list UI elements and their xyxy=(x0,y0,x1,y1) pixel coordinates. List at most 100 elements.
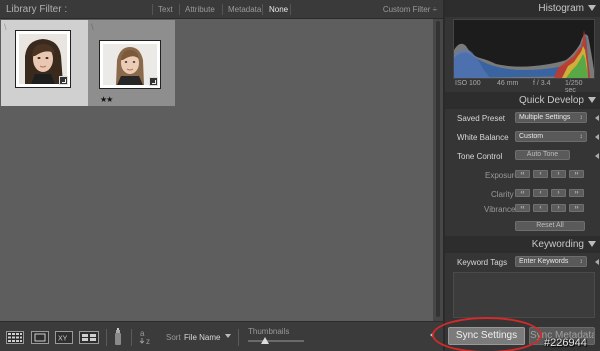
thumbnail-size-slider[interactable] xyxy=(248,340,304,342)
histogram-title: Histogram xyxy=(538,3,584,14)
develop-badge-icon xyxy=(59,76,68,85)
exposure-row: Exposure ‹‹ ‹ › ›› xyxy=(453,169,595,181)
disclosure-triangle-icon[interactable] xyxy=(595,259,599,265)
filter-tab-metadata[interactable]: Metadata xyxy=(228,5,261,14)
library-filter-title: Library Filter : xyxy=(6,4,68,15)
stepper-arrows-icon: ↕ xyxy=(579,115,583,121)
sort-dropdown[interactable]: File Name xyxy=(184,333,220,342)
library-grid: \ \ ★★ xyxy=(0,19,433,321)
cell-index-mark: \ xyxy=(91,22,94,32)
histogram-graph xyxy=(453,19,595,79)
grid-scrollbar[interactable] xyxy=(433,19,443,321)
stepper-arrows-icon: ↕ xyxy=(579,134,583,140)
filter-tab-text[interactable]: Text xyxy=(158,5,173,14)
thumbnails-label: Thumbnails xyxy=(248,327,290,336)
keyword-tags-select[interactable]: Enter Keywords ↕ xyxy=(515,256,587,267)
image-watermark: #226944 xyxy=(544,337,587,349)
iso-value: ISO 100 xyxy=(455,80,481,87)
sort-label: Sort xyxy=(166,333,181,342)
svg-text:XY: XY xyxy=(58,336,68,343)
grid-cell[interactable]: \ ★★ xyxy=(88,20,175,106)
annotation-highlight-oval xyxy=(432,317,542,351)
histogram-header[interactable]: Histogram xyxy=(445,0,600,17)
reset-all-row: Reset All xyxy=(453,221,595,233)
photo-thumbnail[interactable] xyxy=(15,30,71,88)
stepper-arrows-icon: ↕ xyxy=(579,259,583,265)
exposure-increase-button[interactable]: › xyxy=(551,170,566,178)
exposure-decrease-large-button[interactable]: ‹‹ xyxy=(515,170,530,178)
saved-preset-select[interactable]: Multiple Settings ↕ xyxy=(515,112,587,123)
collapse-triangle-icon[interactable] xyxy=(588,97,596,103)
exposure-increase-large-button[interactable]: ›› xyxy=(569,170,584,178)
focal-length-value: 46 mm xyxy=(497,80,519,87)
clarity-increase-large-button[interactable]: ›› xyxy=(569,189,584,197)
bottom-toolbar: XY az Sort File Name Thumbnails xyxy=(0,321,443,351)
reset-all-button[interactable]: Reset All xyxy=(515,221,585,231)
chevron-down-icon[interactable] xyxy=(225,334,231,339)
white-balance-select[interactable]: Custom ↕ xyxy=(515,131,587,142)
toolbar-separator xyxy=(238,329,239,346)
vibrance-decrease-button[interactable]: ‹ xyxy=(533,204,548,212)
filter-separator xyxy=(152,4,153,15)
filter-separator xyxy=(179,4,180,15)
clarity-row: Clarity ‹‹ ‹ › ›› xyxy=(453,188,595,200)
tone-control-label: Tone Control xyxy=(457,152,503,161)
keywording-header[interactable]: Keywording xyxy=(445,236,600,253)
sort-az-icon[interactable]: az xyxy=(138,327,160,347)
compare-view-icon[interactable]: XY xyxy=(55,331,73,344)
vibrance-decrease-large-button[interactable]: ‹‹ xyxy=(515,204,530,212)
vibrance-increase-button[interactable]: › xyxy=(551,204,566,212)
vibrance-increase-large-button[interactable]: ›› xyxy=(569,204,584,212)
photo-thumbnail[interactable] xyxy=(99,40,161,89)
cell-index-mark: \ xyxy=(4,22,7,32)
white-balance-value: Custom xyxy=(519,133,544,140)
filter-separator xyxy=(262,4,263,15)
auto-tone-button[interactable]: Auto Tone xyxy=(515,150,570,160)
quick-develop-header[interactable]: Quick Develop xyxy=(445,92,600,109)
disclosure-triangle-icon[interactable] xyxy=(595,134,599,140)
svg-text:z: z xyxy=(146,337,150,346)
scrollbar-thumb[interactable] xyxy=(436,21,440,317)
library-filter-bar: Library Filter : Text Attribute Metadata… xyxy=(0,0,443,19)
loupe-view-icon[interactable] xyxy=(31,331,49,344)
vibrance-label: Vibrance xyxy=(484,205,516,214)
vibrance-row: Vibrance ‹‹ ‹ › ›› xyxy=(453,203,595,215)
clarity-decrease-large-button[interactable]: ‹‹ xyxy=(515,189,530,197)
disclosure-triangle-icon[interactable] xyxy=(595,115,599,121)
filter-tab-none[interactable]: None xyxy=(269,5,288,14)
keyword-tags-value: Enter Keywords xyxy=(519,258,569,265)
keywording-title: Keywording xyxy=(531,239,584,250)
toolbar-separator xyxy=(131,329,132,346)
toolbar-separator xyxy=(106,329,107,346)
keyword-text-area[interactable] xyxy=(453,272,595,318)
clarity-label: Clarity xyxy=(491,190,514,199)
quick-develop-title: Quick Develop xyxy=(518,95,584,106)
exposure-decrease-button[interactable]: ‹ xyxy=(533,170,548,178)
clarity-increase-button[interactable]: › xyxy=(551,189,566,197)
saved-preset-row: Saved Preset Multiple Settings ↕ xyxy=(453,112,599,124)
histogram-info: ISO 100 46 mm f / 3.4 1/250 sec xyxy=(453,80,595,94)
saved-preset-label: Saved Preset xyxy=(457,114,506,123)
filter-separator xyxy=(222,4,223,15)
grid-cell-selected[interactable]: \ xyxy=(1,20,88,106)
clarity-decrease-button[interactable]: ‹ xyxy=(533,189,548,197)
filter-tab-attribute[interactable]: Attribute xyxy=(185,5,215,14)
slider-knob[interactable] xyxy=(261,337,269,344)
disclosure-triangle-icon[interactable] xyxy=(595,153,599,159)
spray-can-icon[interactable] xyxy=(113,328,123,346)
white-balance-row: White Balance Custom ↕ xyxy=(453,131,599,143)
collapse-triangle-icon[interactable] xyxy=(588,241,596,247)
star-rating[interactable]: ★★ xyxy=(100,95,113,104)
filter-separator xyxy=(290,4,291,15)
develop-badge-icon xyxy=(149,77,158,86)
custom-filter-dropdown[interactable]: Custom Filter ÷ xyxy=(383,5,437,14)
survey-view-icon[interactable] xyxy=(79,331,99,344)
right-panel: Histogram ISO 100 46 mm f / 3.4 1/250 se… xyxy=(443,0,600,351)
exposure-label: Exposure xyxy=(485,171,519,180)
tone-control-row: Tone Control Auto Tone xyxy=(453,150,599,162)
white-balance-label: White Balance xyxy=(457,133,509,142)
collapse-triangle-icon[interactable] xyxy=(588,5,596,11)
grid-view-icon[interactable] xyxy=(6,331,24,344)
saved-preset-value: Multiple Settings xyxy=(519,114,571,121)
keyword-tags-row: Keyword Tags Enter Keywords ↕ xyxy=(453,256,599,268)
